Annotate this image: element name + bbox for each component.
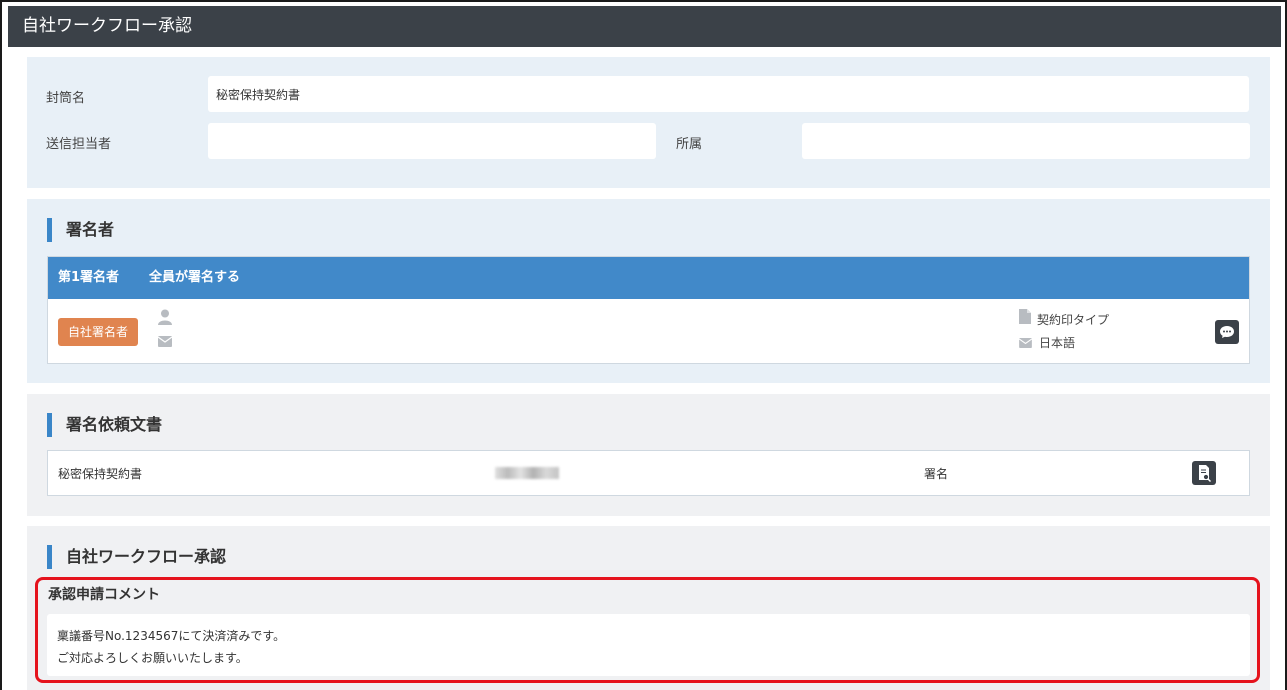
document-row: 秘密保持契約書 署名 [47, 450, 1250, 496]
language-mail-icon [1018, 336, 1033, 352]
signer-order-label: 第1署名者 [58, 270, 120, 285]
comment-highlight-box [35, 577, 1260, 683]
signer-table: 第1署名者 全員が署名する 自社署名者 契約印タイプ 日本語 [47, 256, 1250, 364]
message-button[interactable] [1215, 320, 1239, 344]
workflow-heading: 自社ワークフロー承認 [47, 545, 226, 569]
envelope-name-value: 秘密保持契約書 [216, 88, 301, 102]
department-field[interactable] [802, 123, 1250, 159]
mail-icon [157, 335, 173, 351]
document-name: 秘密保持契約書 [58, 467, 143, 481]
envelope-name-label: 封筒名 [46, 91, 86, 106]
pdf-icon [1019, 309, 1031, 328]
chat-icon [1220, 326, 1234, 338]
seal-type-text: 契約印タイプ [1037, 313, 1110, 327]
sender-field[interactable] [208, 123, 656, 159]
window-title: 自社ワークフロー承認 [8, 6, 1281, 47]
document-search-icon [1199, 465, 1211, 482]
user-icon [158, 309, 172, 329]
envelope-name-field[interactable]: 秘密保持契約書 [208, 76, 1249, 112]
documents-heading: 署名依頼文書 [47, 413, 162, 437]
sender-label: 送信担当者 [46, 137, 112, 152]
window-frame: 自社ワークフロー承認 封筒名 秘密保持契約書 送信担当者 所属 署名者 第1署名… [0, 0, 1287, 690]
signers-panel: 署名者 第1署名者 全員が署名する 自社署名者 契約印タイプ 日本語 [27, 199, 1270, 383]
documents-panel: 署名依頼文書 秘密保持契約書 署名 [27, 394, 1270, 516]
signer-row: 自社署名者 契約印タイプ 日本語 [48, 299, 1249, 364]
signer-mode-label: 全員が署名する [149, 270, 241, 285]
envelope-info-panel: 封筒名 秘密保持契約書 送信担当者 所属 [27, 57, 1270, 188]
internal-signer-tag: 自社署名者 [58, 318, 138, 346]
department-label: 所属 [676, 137, 703, 152]
signers-heading: 署名者 [47, 218, 114, 242]
redacted-text [495, 467, 559, 479]
document-action: 署名 [924, 467, 949, 481]
language-text: 日本語 [1039, 336, 1076, 350]
document-preview-button[interactable] [1192, 461, 1216, 485]
signer-table-header: 第1署名者 全員が署名する [48, 257, 1249, 299]
